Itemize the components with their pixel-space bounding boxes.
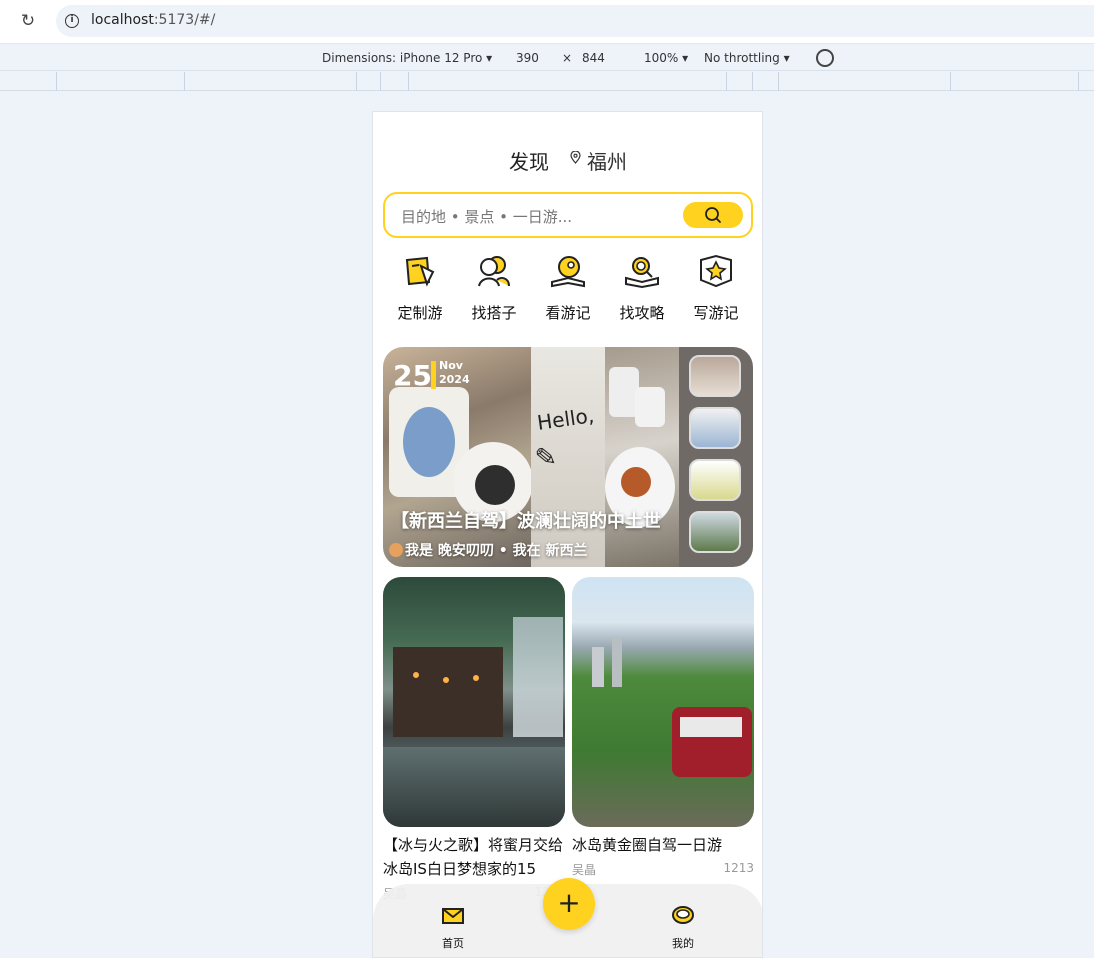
card-title: 冰岛黄金圈自驾一日游 [572, 836, 723, 854]
hero-thumb[interactable] [689, 511, 741, 553]
search-input[interactable]: 目的地 • 景点 • 一日游... [401, 206, 572, 227]
rotate-icon[interactable] [816, 49, 834, 67]
read-travelogue-icon [551, 256, 585, 288]
height-field[interactable]: 844 [582, 51, 605, 65]
quick-item-label: 找攻略 [619, 304, 665, 322]
mobile-viewport: 发现 福州 目的地 • 景点 • 一日游... 定制游 找搭子 看游记 找攻略 … [372, 111, 763, 958]
zoom-select[interactable]: 100% ▾ [644, 51, 688, 65]
tab-city[interactable]: 福州 [587, 146, 627, 175]
browser-address-row: ↻ i localhost:5173/#/ [0, 0, 1094, 44]
url-text: localhost:5173/#/ [91, 12, 216, 28]
top-nav: 发现 福州 [373, 144, 762, 174]
device-select[interactable]: Dimensions: iPhone 12 Pro ▾ [322, 51, 492, 65]
reload-icon[interactable]: ↻ [18, 11, 38, 31]
search-box[interactable]: 目的地 • 景点 • 一日游... [383, 192, 753, 238]
guide-icon [625, 257, 659, 289]
hero-photo-handwriting: Hello, ✎ [531, 347, 605, 567]
address-bar[interactable]: i localhost:5173/#/ [56, 5, 1094, 37]
hero-month: Nov [439, 359, 463, 372]
travelogue-card[interactable]: 【冰与火之歌】将蜜月交给冰岛IS白日梦想家的15 吴晶 1213 [383, 577, 565, 903]
card-image-water-town [383, 577, 565, 827]
quick-item-guide[interactable]: 找攻略 [605, 252, 679, 322]
card-views: 1213 [723, 861, 754, 875]
devtools-device-toolbar: Dimensions: iPhone 12 Pro ▾ 390 × 844 10… [0, 45, 1094, 71]
hero-thumb[interactable] [689, 459, 741, 501]
tab-mine[interactable]: 我的 [653, 904, 713, 951]
tab-home[interactable]: 首页 [423, 904, 483, 951]
quick-item-label: 找搭子 [471, 304, 517, 322]
search-icon [705, 207, 721, 223]
quick-item-label: 定制游 [397, 304, 443, 322]
search-button[interactable] [683, 202, 743, 228]
card-title: 【冰与火之歌】将蜜月交给冰岛IS白日梦想家的15 [383, 836, 564, 878]
featured-travelogue-card[interactable]: Hello, ✎ 25 Nov 2024 【新西兰自驾】波澜壮阔的中土世 我是 … [383, 347, 753, 567]
hero-author: 我是 晚安叨叨 • 我在 新西兰 [389, 540, 587, 560]
media-query-ruler [0, 72, 1094, 91]
author-avatar [389, 543, 403, 557]
card-meta: 吴晶 1213 [572, 861, 754, 879]
quick-entries: 定制游 找搭子 看游记 找攻略 写游记 [383, 252, 753, 322]
location-pin-icon [570, 151, 581, 164]
throttle-select[interactable]: No throttling ▾ [704, 51, 790, 65]
quick-item-find-buddy[interactable]: 找搭子 [457, 252, 531, 322]
quick-item-custom-tour[interactable]: 定制游 [383, 252, 457, 322]
add-post-button[interactable]: + [543, 878, 595, 930]
hero-author-text: 我是 晚安叨叨 • 我在 新西兰 [405, 543, 588, 559]
tab-home-label: 首页 [442, 937, 464, 950]
hero-title: 【新西兰自驾】波澜壮阔的中土世 [391, 511, 661, 532]
card-author: 吴晶 [572, 863, 597, 877]
quick-item-label: 写游记 [693, 304, 739, 322]
profile-icon [672, 906, 694, 924]
hero-day: 25 [393, 359, 432, 392]
hero-month-year: Nov 2024 [439, 359, 470, 387]
travelogue-card[interactable]: 冰岛黄金圈自驾一日游 吴晶 1213 [572, 577, 754, 879]
times-sign: × [562, 51, 573, 65]
tab-discover[interactable]: 发现 [505, 146, 553, 175]
find-buddy-icon [478, 256, 510, 287]
write-travelogue-icon [700, 254, 732, 288]
hero-photo-plates [605, 347, 679, 567]
quick-item-label: 看游记 [545, 304, 591, 322]
quick-item-read-travelogue[interactable]: 看游记 [531, 252, 605, 322]
hero-year: 2024 [439, 373, 470, 386]
hero-date-divider [431, 361, 436, 389]
hero-thumb[interactable] [689, 407, 741, 449]
quick-item-write-travelogue[interactable]: 写游记 [679, 252, 753, 322]
card-image-peak-tram [572, 577, 754, 827]
custom-tour-icon [405, 256, 435, 287]
width-field[interactable]: 390 [516, 51, 539, 65]
home-icon [442, 908, 464, 924]
tab-mine-label: 我的 [672, 937, 694, 950]
site-info-icon[interactable]: i [65, 14, 79, 28]
hero-thumb[interactable] [689, 355, 741, 397]
